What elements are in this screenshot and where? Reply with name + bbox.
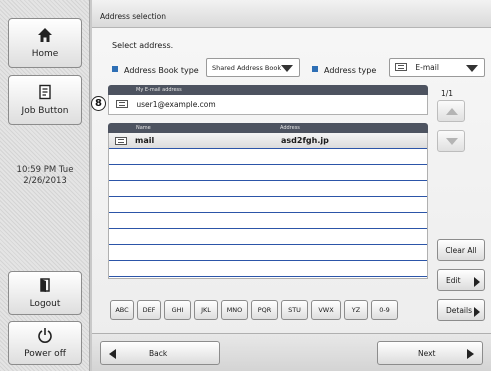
address-type-value: E-mail xyxy=(415,63,439,72)
empty-list-row[interactable] xyxy=(109,229,427,245)
filter-pqr-button[interactable]: PQR xyxy=(251,300,278,320)
power-icon xyxy=(38,328,52,343)
empty-list-row[interactable] xyxy=(109,197,427,213)
empty-list-row[interactable] xyxy=(109,181,427,197)
filter-abc-button[interactable]: ABC xyxy=(110,300,134,320)
power-off-label: Power off xyxy=(24,349,66,359)
back-button[interactable]: Back xyxy=(100,341,220,365)
email-icon xyxy=(395,63,407,71)
email-icon xyxy=(115,137,127,145)
column-address: Address xyxy=(280,125,300,131)
address-list-header: Name Address xyxy=(108,123,428,133)
job-list-icon xyxy=(39,84,51,100)
logout-label: Logout xyxy=(29,299,61,309)
filter-yz-button[interactable]: YZ xyxy=(344,300,368,320)
bottom-bar: Back Next xyxy=(92,333,491,371)
empty-list-row[interactable] xyxy=(109,165,427,181)
filter-vwx-button[interactable]: VWX xyxy=(311,300,341,320)
filter-mno-button[interactable]: MNO xyxy=(221,300,248,320)
main-panel: Address selection Select address. Addres… xyxy=(92,0,491,371)
page-title: Address selection xyxy=(92,0,491,28)
chevron-up-icon xyxy=(446,108,458,115)
chevron-down-icon xyxy=(466,65,478,72)
chevron-down-icon xyxy=(446,138,458,145)
page-up-button[interactable] xyxy=(437,100,465,122)
details-button[interactable]: Details xyxy=(437,299,485,321)
clock-date: 2/26/2013 xyxy=(23,176,67,186)
chevron-down-icon xyxy=(281,65,293,72)
my-email-header: My E-mail address xyxy=(108,85,428,95)
chevron-right-icon xyxy=(474,277,480,287)
logout-button[interactable]: Logout xyxy=(8,271,82,315)
list-item-name: mail xyxy=(135,136,155,145)
filter-def-button[interactable]: DEF xyxy=(137,300,161,320)
address-type-dropdown[interactable]: E-mail xyxy=(389,58,485,77)
job-button[interactable]: Job Button xyxy=(8,75,82,125)
instruction-text: Select address. xyxy=(112,41,174,50)
bullet-square-icon xyxy=(312,66,318,72)
clock-time: 10:59 PM Tue xyxy=(16,165,74,175)
empty-list-row[interactable] xyxy=(109,213,427,229)
address-list: mail asd2fgh.jp xyxy=(108,133,428,279)
arrow-right-icon xyxy=(467,349,474,359)
clear-all-button[interactable]: Clear All xyxy=(437,239,485,261)
clock: 10:59 PM Tue 2/26/2013 xyxy=(0,165,90,187)
page-down-button[interactable] xyxy=(437,130,465,152)
filter-stu-button[interactable]: STU xyxy=(281,300,308,320)
filter-0-9-button[interactable]: 0-9 xyxy=(371,300,398,320)
chevron-right-icon xyxy=(474,307,480,317)
edit-button[interactable]: Edit xyxy=(437,269,485,291)
home-button[interactable]: Home xyxy=(8,18,82,68)
left-sidebar: Home Job Button 10:59 PM Tue 2/26/2013 L… xyxy=(0,0,90,371)
home-icon xyxy=(38,28,52,42)
job-button-label: Job Button xyxy=(21,106,69,116)
arrow-left-icon xyxy=(109,349,116,359)
empty-list-row[interactable] xyxy=(109,245,427,261)
empty-list-row[interactable] xyxy=(109,261,427,277)
callout-badge: 8 xyxy=(91,96,106,111)
home-label: Home xyxy=(31,49,59,59)
filter-ghi-button[interactable]: GHI xyxy=(164,300,191,320)
logout-icon xyxy=(40,278,50,292)
address-book-type-value: Shared Address Book xyxy=(212,64,282,72)
column-name: Name xyxy=(136,125,151,131)
address-type-label: Address type xyxy=(312,66,376,75)
power-off-button[interactable]: Power off xyxy=(8,321,82,365)
page-indicator: 1/1 xyxy=(441,89,454,98)
next-button[interactable]: Next xyxy=(377,341,483,365)
address-book-type-label: Address Book type xyxy=(112,66,199,75)
filter-jkl-button[interactable]: JKL xyxy=(194,300,218,320)
my-email-value: user1@example.com xyxy=(136,100,216,109)
empty-list-row[interactable] xyxy=(109,149,427,165)
my-email-row[interactable]: user1@example.com xyxy=(108,95,428,115)
email-icon xyxy=(116,100,128,108)
address-book-type-dropdown[interactable]: Shared Address Book xyxy=(206,58,300,77)
list-item-address: asd2fgh.jp xyxy=(281,136,329,145)
bullet-square-icon xyxy=(112,66,118,72)
list-item[interactable]: mail asd2fgh.jp xyxy=(109,133,427,149)
